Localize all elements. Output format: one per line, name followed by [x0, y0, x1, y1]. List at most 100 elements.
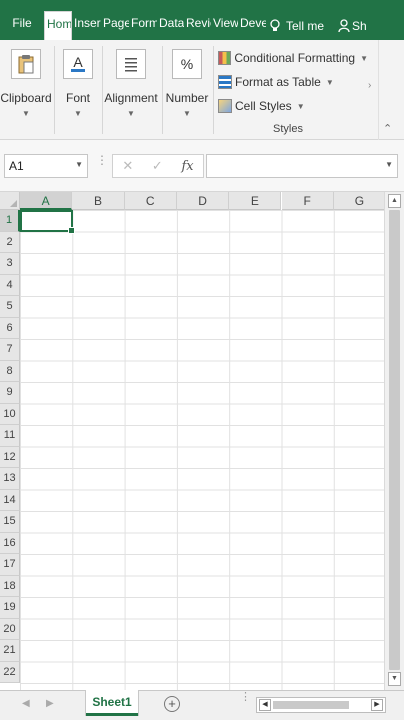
- format-as-table-label: Format as Table: [235, 75, 321, 89]
- row-header-16[interactable]: 16: [0, 532, 20, 554]
- previous-sheet-icon[interactable]: ◀: [22, 698, 30, 709]
- styles-group-label: Styles: [273, 123, 303, 135]
- row-header-10[interactable]: 10: [0, 403, 20, 425]
- font-color-icon: A: [63, 49, 93, 79]
- chevron-right-icon[interactable]: ›: [368, 80, 371, 91]
- row-header-8[interactable]: 8: [0, 360, 20, 382]
- row-header-7[interactable]: 7: [0, 339, 20, 361]
- row-header-21[interactable]: 21: [0, 640, 20, 662]
- row-header-11[interactable]: 11: [0, 425, 20, 447]
- ribbon-divider: [54, 46, 55, 134]
- tell-me-button[interactable]: Tell me: [266, 11, 336, 40]
- scroll-up-icon[interactable]: ▲: [388, 194, 401, 208]
- row-header-12[interactable]: 12: [0, 446, 20, 468]
- row-header-15[interactable]: 15: [0, 511, 20, 533]
- column-header-c[interactable]: C: [124, 192, 177, 210]
- column-header-d[interactable]: D: [176, 192, 230, 210]
- vertical-scrollbar[interactable]: ▲ ▼: [384, 192, 404, 690]
- name-box-value: A1: [9, 159, 24, 173]
- column-header-f[interactable]: F: [281, 192, 334, 210]
- scroll-down-icon[interactable]: ▼: [388, 672, 401, 686]
- row-header-14[interactable]: 14: [0, 489, 20, 511]
- row-header-18[interactable]: 18: [0, 575, 20, 597]
- add-sheet-icon[interactable]: +: [164, 696, 180, 712]
- formula-bar: A1 ▼ ⋮ ✕ ✓ fx ▼: [0, 140, 404, 192]
- alignment-group[interactable]: Alignment ▼: [104, 40, 158, 140]
- ribbon-divider: [162, 46, 163, 134]
- cell-styles-label: Cell Styles: [235, 99, 292, 113]
- row-header-5[interactable]: 5: [0, 296, 20, 318]
- conditional-formatting-icon: [218, 51, 232, 65]
- tab-revie[interactable]: Revie: [184, 11, 211, 40]
- row-header-1[interactable]: 1: [0, 210, 20, 232]
- ribbon-tab-bar: FileHomInserPageFormDataRevieViewDeve Tel…: [0, 0, 404, 40]
- next-sheet-icon[interactable]: ▶: [46, 698, 54, 709]
- row-header-19[interactable]: 19: [0, 597, 20, 619]
- row-header-4[interactable]: 4: [0, 274, 20, 296]
- row-header-17[interactable]: 17: [0, 554, 20, 576]
- active-cell[interactable]: [20, 210, 75, 234]
- row-header-2[interactable]: 2: [0, 231, 20, 253]
- chevron-down-icon: ▼: [183, 109, 191, 118]
- tab-split-handle[interactable]: ⋮: [240, 692, 251, 703]
- format-as-table-icon: [218, 75, 232, 89]
- number-group[interactable]: % Number ▼: [164, 40, 210, 140]
- tab-hom[interactable]: Hom: [44, 11, 72, 40]
- scroll-right-icon[interactable]: ▶: [371, 699, 383, 711]
- formula-buttons: ✕ ✓ fx: [112, 154, 204, 178]
- chevron-down-icon: ▼: [360, 53, 368, 63]
- alignment-icon: [116, 49, 146, 79]
- cancel-icon[interactable]: ✕: [122, 158, 133, 174]
- chevron-down-icon[interactable]: ▼: [75, 160, 83, 169]
- font-group[interactable]: A Font ▼: [58, 40, 98, 140]
- row-header-22[interactable]: 22: [0, 661, 20, 683]
- clipboard-label: Clipboard: [0, 91, 52, 105]
- row-header-3[interactable]: 3: [0, 253, 20, 275]
- chevron-down-icon[interactable]: ▼: [385, 160, 393, 169]
- svg-text:A: A: [73, 54, 83, 70]
- styles-group: Conditional Formatting ▼ Format as Table…: [218, 46, 368, 118]
- column-header-e[interactable]: E: [229, 192, 282, 210]
- formula-bar-resize-handle[interactable]: ⋮: [96, 154, 108, 166]
- scroll-thumb[interactable]: [389, 210, 400, 670]
- row-header-20[interactable]: 20: [0, 618, 20, 640]
- row-header-9[interactable]: 9: [0, 382, 20, 404]
- tab-data[interactable]: Data: [157, 11, 184, 40]
- scrollbar-corner: [388, 691, 404, 720]
- column-header-g[interactable]: G: [333, 192, 387, 210]
- tab-deve[interactable]: Deve: [238, 11, 266, 40]
- percent-icon: %: [172, 49, 202, 79]
- tab-file[interactable]: File: [0, 11, 44, 40]
- share-button[interactable]: Sh: [336, 11, 376, 40]
- conditional-formatting-button[interactable]: Conditional Formatting ▼: [218, 46, 368, 70]
- chevron-down-icon: ▼: [325, 77, 334, 87]
- tab-inser[interactable]: Inser: [72, 11, 101, 40]
- tell-me-label: Tell me: [286, 18, 325, 33]
- name-box[interactable]: A1 ▼: [4, 154, 88, 178]
- format-as-table-button[interactable]: Format as Table ▼: [218, 70, 368, 94]
- ribbon-divider: [213, 46, 214, 134]
- clipboard-icon: [11, 49, 41, 79]
- horizontal-scrollbar[interactable]: ◀ ▶: [256, 697, 386, 713]
- chevron-down-icon: ▼: [127, 109, 135, 118]
- tab-form[interactable]: Form: [129, 11, 157, 40]
- cell-area[interactable]: [20, 210, 384, 690]
- sheet-tab-sheet1[interactable]: Sheet1: [86, 690, 138, 716]
- select-all-button[interactable]: [0, 192, 20, 210]
- clipboard-group[interactable]: Clipboard ▼: [0, 40, 52, 140]
- column-header-a[interactable]: A: [20, 192, 73, 210]
- enter-icon[interactable]: ✓: [152, 158, 163, 174]
- cell-styles-button[interactable]: Cell Styles ▼: [218, 94, 368, 118]
- row-header-6[interactable]: 6: [0, 317, 20, 339]
- formula-input[interactable]: ▼: [206, 154, 398, 178]
- chevron-down-icon: ▼: [22, 109, 30, 118]
- scroll-thumb[interactable]: [273, 701, 349, 709]
- tab-page[interactable]: Page: [101, 11, 129, 40]
- insert-function-icon[interactable]: fx: [181, 159, 193, 174]
- row-header-13[interactable]: 13: [0, 468, 20, 490]
- ribbon: Clipboard ▼ A Font ▼ Alignment ▼ % Numbe…: [0, 40, 404, 140]
- scroll-left-icon[interactable]: ◀: [259, 699, 271, 711]
- column-header-b[interactable]: B: [72, 192, 125, 210]
- collapse-ribbon-icon[interactable]: ⌃: [383, 122, 392, 135]
- tab-view[interactable]: View: [211, 11, 238, 40]
